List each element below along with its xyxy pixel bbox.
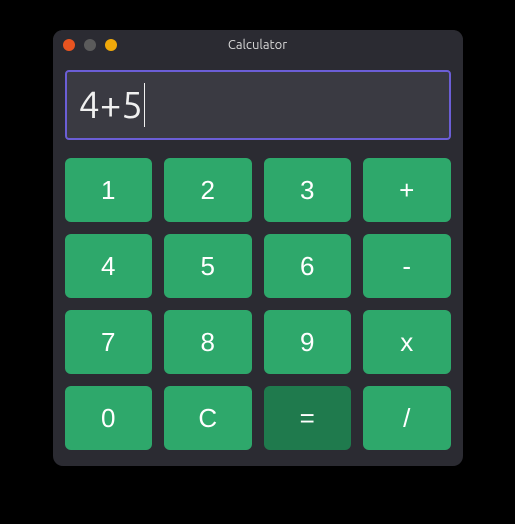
divide-button[interactable]: / <box>363 386 451 450</box>
digit-9-button[interactable]: 9 <box>264 310 352 374</box>
titlebar: Calculator <box>53 30 463 60</box>
digit-2-button[interactable]: 2 <box>164 158 252 222</box>
minimize-icon[interactable] <box>84 39 96 51</box>
window-content: 4+5 1 2 3 + 4 5 6 - 7 8 9 x 0 C = / <box>53 60 463 466</box>
digit-3-button[interactable]: 3 <box>264 158 352 222</box>
button-grid: 1 2 3 + 4 5 6 - 7 8 9 x 0 C = / <box>65 158 451 450</box>
display-value: 4+5 <box>79 84 143 126</box>
calculator-window: Calculator 4+5 1 2 3 + 4 5 6 - 7 8 9 x 0… <box>53 30 463 466</box>
maximize-icon[interactable] <box>105 39 117 51</box>
traffic-lights <box>63 39 117 51</box>
plus-button[interactable]: + <box>363 158 451 222</box>
digit-0-button[interactable]: 0 <box>65 386 153 450</box>
text-cursor <box>144 83 145 127</box>
digit-5-button[interactable]: 5 <box>164 234 252 298</box>
digit-1-button[interactable]: 1 <box>65 158 153 222</box>
equals-button[interactable]: = <box>264 386 352 450</box>
minus-button[interactable]: - <box>363 234 451 298</box>
close-icon[interactable] <box>63 39 75 51</box>
multiply-button[interactable]: x <box>363 310 451 374</box>
window-title: Calculator <box>228 38 287 52</box>
clear-button[interactable]: C <box>164 386 252 450</box>
digit-4-button[interactable]: 4 <box>65 234 153 298</box>
digit-7-button[interactable]: 7 <box>65 310 153 374</box>
calculator-display[interactable]: 4+5 <box>65 70 451 140</box>
digit-6-button[interactable]: 6 <box>264 234 352 298</box>
digit-8-button[interactable]: 8 <box>164 310 252 374</box>
